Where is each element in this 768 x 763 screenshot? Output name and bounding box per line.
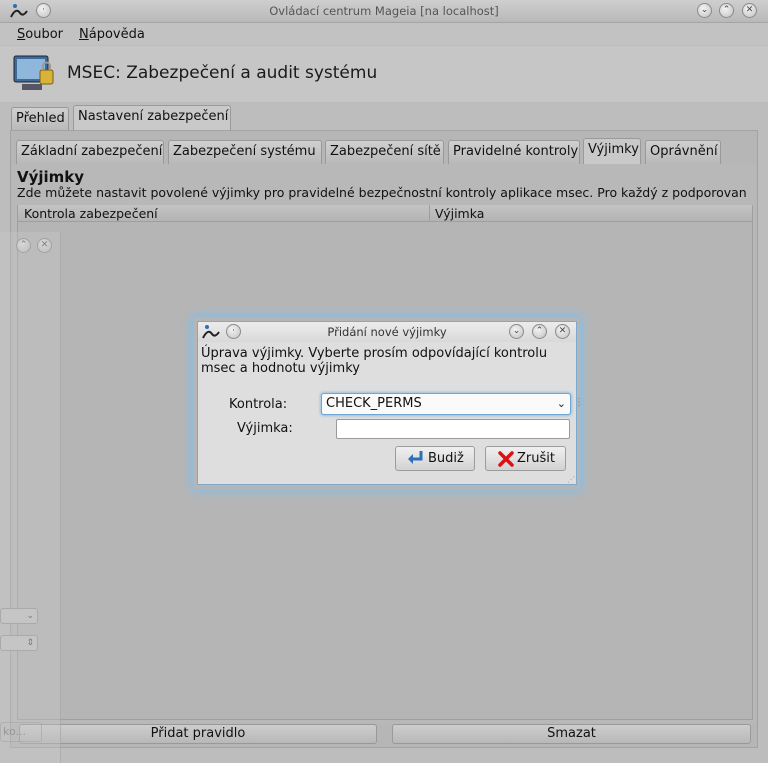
ghost-button[interactable]: ko... [0,722,42,742]
exception-input[interactable] [336,419,570,439]
column-header-vyjimka[interactable]: Výjimka [430,205,752,222]
dialog-minimize-icon[interactable]: ⌄ [509,324,524,339]
column-header-kontrola[interactable]: Kontrola zabezpečení [18,205,430,222]
menu-napoveda-rest: ápověda [88,27,145,42]
delete-button[interactable]: Smazat [392,724,751,744]
tab-pravidelne-kontroly[interactable]: Pravidelné kontroly [448,140,580,164]
add-rule-button[interactable]: Přidat pravidlo [19,724,377,744]
ok-button-label: Budiž [428,451,464,466]
section-title: Výjimky [17,168,85,186]
ghost-maximize-icon[interactable]: ⌃ [16,238,31,253]
dialog-close-icon[interactable]: ✕ [555,324,570,339]
ghost-close-icon[interactable]: ✕ [37,238,52,253]
ok-button[interactable]: Budiž [395,446,475,471]
minimize-icon[interactable]: ⌄ [697,3,712,18]
cancel-button-label: Zrušit [517,451,555,466]
tab-prehled[interactable]: Přehled [11,107,69,131]
arrow-left-icon [405,449,425,475]
tab-zakladni-zabezpeceni[interactable]: Základní zabezpečení [16,140,164,164]
msec-security-icon [12,54,56,98]
maximize-icon[interactable]: ⌃ [719,3,734,18]
chevron-down-icon: ⌄ [556,397,566,410]
tab-opravneni[interactable]: Oprávnění [645,140,721,164]
resize-grip-icon: ⋮ [574,397,584,408]
control-label: Kontrola: [229,397,288,412]
tab-nastaveni-zabezpeceni[interactable]: Nastavení zabezpečení [73,105,231,131]
close-icon[interactable]: ✕ [742,3,757,18]
tab-zabezpeceni-site[interactable]: Zabezpečení sítě [325,140,444,164]
page-title: MSEC: Zabezpečení a audit systému [67,63,378,83]
menu-soubor[interactable]: Soubor [17,27,63,42]
menu-napoveda-mnemonic: N [79,27,89,42]
cancel-button[interactable]: Zrušit [485,446,566,471]
tab-vyjimky[interactable]: Výjimky [583,138,641,165]
window-title: Ovládací centrum Mageia [na localhost] [269,4,499,18]
dialog-resize-grip-icon[interactable]: ⋰ [567,475,575,484]
ghost-dropdown[interactable]: ⌄ [0,608,38,624]
ghost-spinner[interactable]: ⇕ [0,635,38,651]
menu-napoveda[interactable]: Nápověda [79,27,145,42]
red-x-icon [497,450,515,476]
tab-zabezpeceni-systemu[interactable]: Zabezpečení systému [168,140,322,164]
control-select-value: CHECK_PERMS [326,396,422,411]
dialog-maximize-icon[interactable]: ⌃ [532,324,547,339]
exception-label: Výjimka: [237,421,293,436]
menu-soubor-rest: oubor [25,27,64,42]
control-select[interactable]: CHECK_PERMS ⌄ [321,393,571,415]
dialog-message: Úprava výjimky. Vyberte prosím odpovídaj… [201,346,548,376]
section-description: Zde můžete nastavit povolené výjimky pro… [17,185,747,200]
background-window[interactable] [0,232,61,763]
